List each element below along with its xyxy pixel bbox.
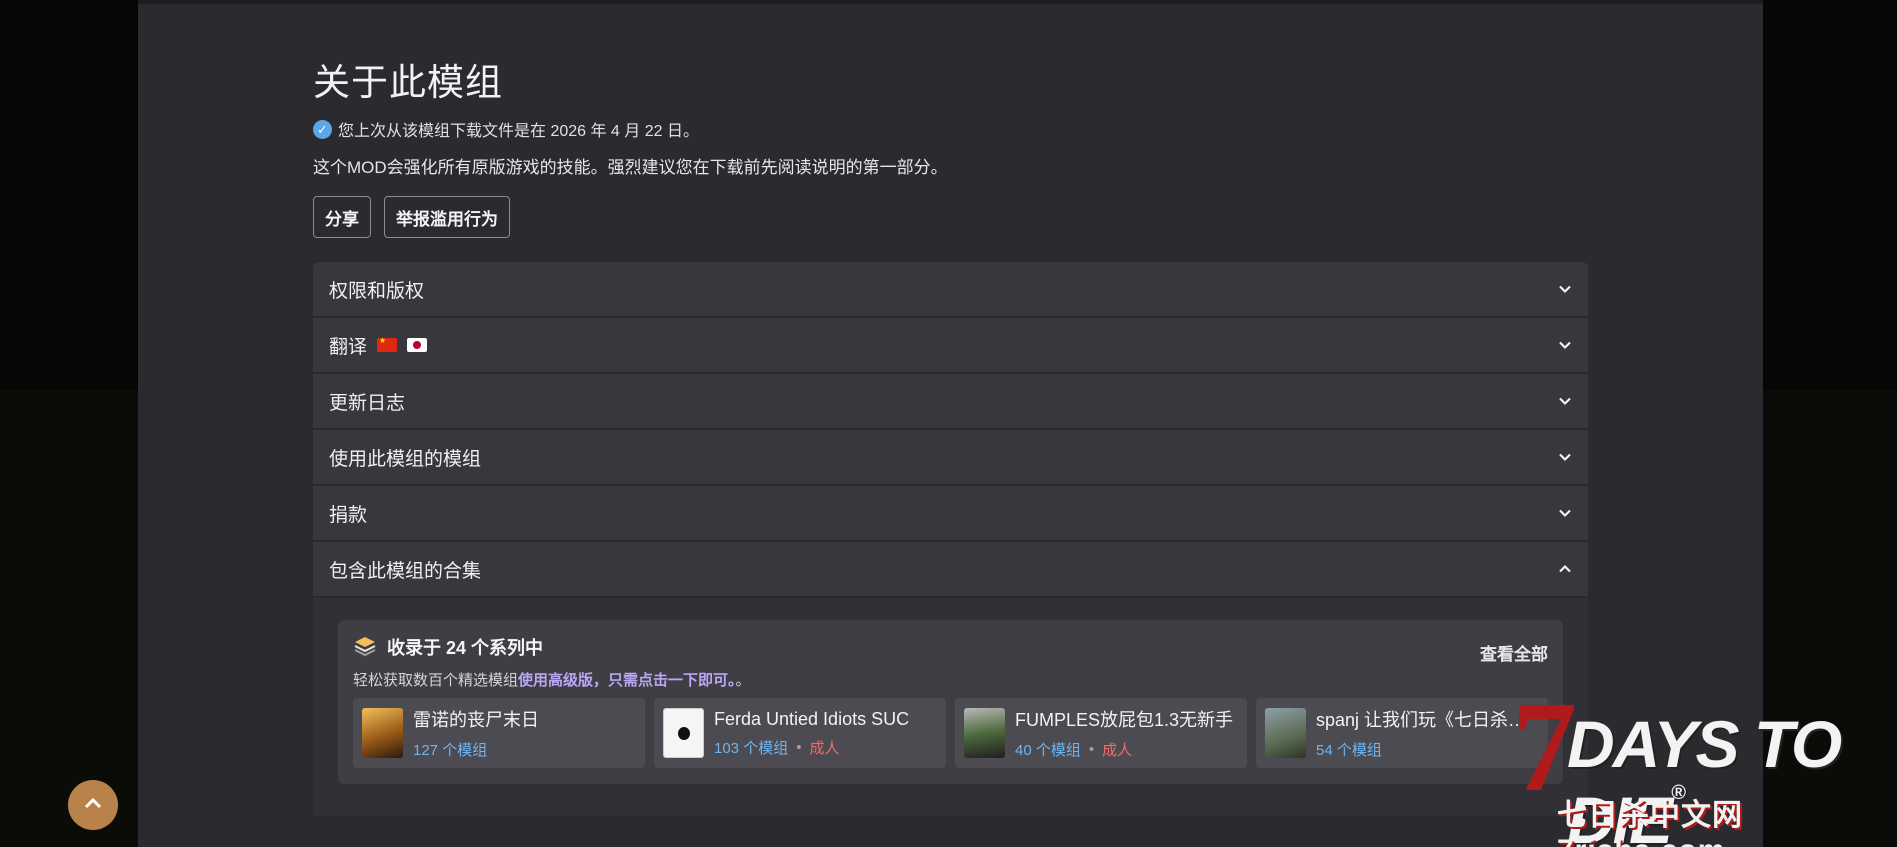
separator-dot: • (1088, 741, 1095, 758)
collection-count: 127 个模组 (413, 742, 488, 759)
collection-title: FUMPLES放屁包1.3无新手 (1015, 710, 1234, 730)
chevron-down-icon (1558, 506, 1572, 520)
japan-flag-icon (407, 338, 428, 352)
collection-text: 雷诺的丧尸末日 127 个模组 (413, 706, 539, 760)
scroll-to-top-button[interactable] (68, 780, 118, 830)
collections-panel: 收录于 24 个系列中 查看全部 轻松获取数百个精选模组使用高级版，只需点击一下… (313, 598, 1588, 816)
collections-card: 收录于 24 个系列中 查看全部 轻松获取数百个精选模组使用高级版，只需点击一下… (338, 620, 1563, 784)
collection-list: 雷诺的丧尸末日 127 个模组 Ferda Untied Idiots SUC … (353, 698, 1548, 768)
collection-count: 103 个模组 (714, 739, 789, 757)
collections-heading-text: 收录于 24 个系列中 (387, 638, 544, 658)
report-abuse-button[interactable]: 举报滥用行为 (384, 196, 510, 238)
layers-icon (353, 635, 377, 659)
chevron-down-icon (1558, 282, 1572, 296)
chevron-up-icon (1558, 562, 1572, 576)
accordion-permissions[interactable]: 权限和版权 (313, 262, 1588, 316)
collection-text: Ferda Untied Idiots SUC 103 个模组 • 成人 (714, 709, 909, 758)
collection-count: 40 个模组 (1015, 742, 1081, 759)
chevron-down-icon (1558, 450, 1572, 464)
subtext-prefix: 轻松获取数百个精选模组 (353, 672, 519, 689)
accordion-label-group: 翻译 (329, 332, 428, 359)
collection-meta: 103 个模组 • 成人 (714, 737, 909, 758)
china-flag-icon (377, 336, 398, 352)
accordion-label: 包含此模组的合集 (329, 560, 482, 582)
accordion-translations[interactable]: 翻译 (313, 318, 1588, 372)
collection-title: spanj 让我们玩《七日杀》... (1316, 710, 1539, 730)
chevron-down-icon (1558, 394, 1572, 408)
collection-thumbnail (362, 708, 403, 758)
section-title: 关于此模组 (313, 62, 503, 103)
share-button[interactable]: 分享 (313, 196, 371, 238)
collections-subtext: 轻松获取数百个精选模组使用高级版，只需点击一下即可。。 (353, 669, 1548, 690)
collection-text: spanj 让我们玩《七日杀》... 54 个模组 (1316, 706, 1539, 760)
accordion-donations[interactable]: 捐款 (313, 486, 1588, 540)
premium-link[interactable]: 使用高级版，只需点击一下即可。 (518, 672, 736, 689)
collection-count: 54 个模组 (1316, 742, 1382, 759)
view-all-link[interactable]: 查看全部 (1480, 640, 1548, 665)
accordion-label: 使用此模组的模组 (329, 448, 482, 470)
check-circle-icon: ✓ (313, 119, 332, 139)
top-strip (138, 0, 1763, 4)
chevron-down-icon (1558, 338, 1572, 352)
collection-item[interactable]: 雷诺的丧尸末日 127 个模组 (353, 698, 645, 768)
logo-subtitle: 七日杀中文网7risha.com (1557, 799, 1743, 847)
accordion-collections[interactable]: 包含此模组的合集 (313, 542, 1588, 596)
7dtd-watermark-logo: 7 DAYS TO DIE® 七日杀中文网7risha.com (1512, 675, 1892, 847)
collection-thumbnail (964, 708, 1005, 758)
collection-text: FUMPLES放屁包1.3无新手 40 个模组 • 成人 (1015, 706, 1233, 760)
accordion-mods-using[interactable]: 使用此模组的模组 (313, 430, 1588, 484)
last-download-note: ✓ 您上次从该模组下载文件是在 2026 年 4 月 22 日。 (313, 118, 699, 140)
collection-title: Ferda Untied Idiots SUC (714, 708, 910, 729)
collection-thumbnail (1265, 708, 1306, 758)
adult-badge: 成人 (809, 739, 840, 757)
collection-meta: 40 个模组 • 成人 (1015, 739, 1233, 760)
collection-item[interactable]: Ferda Untied Idiots SUC 103 个模组 • 成人 (654, 698, 946, 768)
collections-heading: 收录于 24 个系列中 (353, 634, 1548, 660)
collection-item[interactable]: FUMPLES放屁包1.3无新手 40 个模组 • 成人 (955, 698, 1247, 768)
collection-item[interactable]: spanj 让我们玩《七日杀》... 54 个模组 (1256, 698, 1548, 768)
mod-summary: 这个MOD会强化所有原版游戏的技能。强烈建议您在下载前先阅读说明的第一部分。 (313, 158, 948, 177)
collection-meta: 127 个模组 (413, 739, 539, 760)
accordion-label: 更新日志 (329, 392, 406, 414)
collection-title: 雷诺的丧尸末日 (413, 710, 539, 730)
collection-meta: 54 个模组 (1316, 739, 1539, 760)
action-buttons: 分享 举报滥用行为 (313, 196, 510, 238)
collection-thumbnail (663, 708, 704, 758)
adult-badge: 成人 (1102, 742, 1133, 759)
accordion-changelog[interactable]: 更新日志 (313, 374, 1588, 428)
separator-dot: • (796, 738, 802, 756)
chevron-up-icon (83, 796, 103, 815)
accordion-label: 权限和版权 (329, 280, 425, 302)
last-download-text: 您上次从该模组下载文件是在 2026 年 4 月 22 日。 (338, 123, 699, 140)
accordion: 权限和版权 翻译 更新日志 使用此模组的模组 (313, 262, 1588, 816)
accordion-label: 捐款 (329, 504, 368, 526)
subtext-suffix: 。 (735, 672, 751, 689)
accordion-label: 翻译 (329, 336, 368, 358)
